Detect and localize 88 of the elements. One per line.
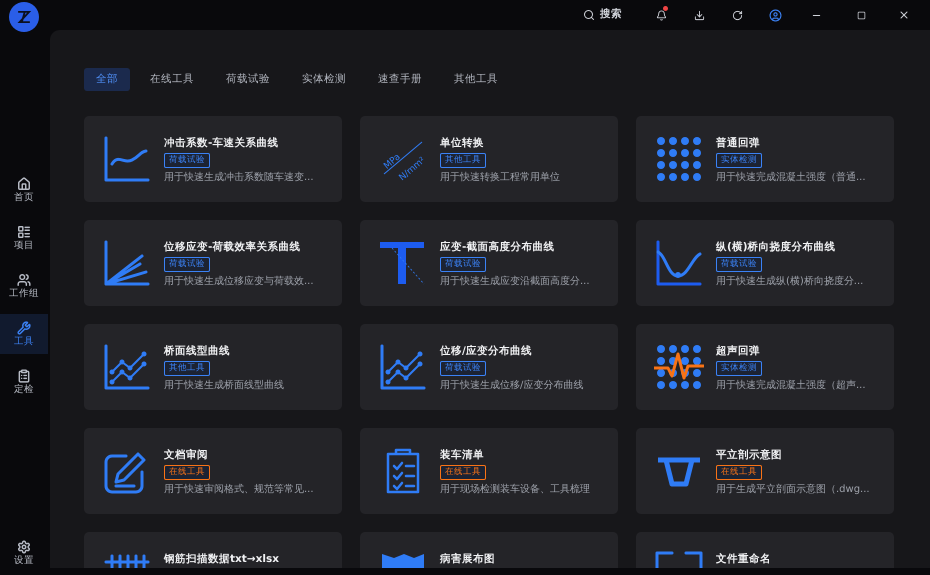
settings-icon (17, 540, 31, 554)
card-title: 超声回弹 (716, 344, 761, 358)
card-title: 文件重命名 (716, 552, 771, 566)
card-title: 应变-截面高度分布曲线 (440, 240, 556, 254)
sidebar-item[interactable]: 首页 (0, 170, 48, 210)
tool-card[interactable]: 桥面线型曲线 其他工具 用于快速生成桥面线型曲线 (84, 324, 342, 410)
settings-button[interactable]: 设置 (14, 540, 34, 565)
card-description: 用于快速审阅格式、规范等常见... (164, 483, 314, 497)
maximize-icon (857, 10, 866, 20)
category-tag: 其他工具 (440, 153, 486, 168)
category-tag: 荷载试验 (164, 153, 210, 168)
tool-card[interactable]: 应变-截面高度分布曲线 荷载试验 用于快速生成应变沿截面高度分... (360, 220, 618, 306)
sidebar-item[interactable]: 定检 (0, 362, 48, 402)
tool-card[interactable]: 病害展布图 (360, 532, 618, 568)
card-description: 用于生成平立剖面示意图（.dwg... (716, 483, 870, 497)
card-description: 用于快速转换工程常用单位 (440, 171, 560, 185)
card-description: 用于快速生成纵(横)桥向挠度分... (716, 275, 864, 289)
tool-card[interactable]: 钢筋扫描数据txt→xlsx (84, 532, 342, 568)
tool-card[interactable]: 平立剖示意图 在线工具 用于生成平立剖面示意图（.dwg... (636, 428, 894, 514)
sidebar-item[interactable]: 工具 (0, 314, 48, 354)
category-tag: 实体检测 (716, 361, 762, 376)
category-tag: 在线工具 (716, 465, 762, 480)
sidebar-item[interactable]: 项目 (0, 218, 48, 258)
dots-with-pulse-icon (654, 342, 704, 392)
tool-card[interactable]: 超声回弹 实体检测 用于快速完成混凝土强度（超声... (636, 324, 894, 410)
category-tag: 荷载试验 (716, 257, 762, 272)
line-chart-icon (102, 134, 152, 184)
filter-tab[interactable]: 荷载试验 (214, 68, 282, 91)
category-tag: 实体检测 (716, 153, 762, 168)
search-icon (583, 9, 595, 21)
search-label: 搜索 (600, 7, 622, 22)
dot-grid-icon (654, 134, 704, 184)
card-description: 用于快速生成冲击系数随车速变... (164, 171, 314, 185)
filter-tab[interactable]: 其他工具 (442, 68, 510, 91)
card-title: 纵(横)桥向挠度分布曲线 (716, 240, 837, 254)
card-title: 位移应变-荷载效率关系曲线 (164, 240, 302, 254)
category-tag: 其他工具 (164, 361, 210, 376)
nav-icon (17, 273, 31, 288)
tool-card[interactable]: 文件重命名 (636, 532, 894, 568)
tool-card[interactable]: 冲击系数-车速关系曲线 荷载试验 用于快速生成冲击系数随车速变... (84, 116, 342, 202)
tool-card[interactable]: 普通回弹 实体检测 用于快速完成混凝土强度（普通... (636, 116, 894, 202)
card-title: 平立剖示意图 (716, 448, 783, 462)
card-description: 用于快速生成应变沿截面高度分... (440, 275, 590, 289)
filter-tab[interactable]: 在线工具 (138, 68, 206, 91)
nav-icon (17, 225, 31, 240)
category-tag: 在线工具 (440, 465, 486, 480)
deflection-curve-icon (654, 238, 704, 288)
card-title: 桥面线型曲线 (164, 344, 231, 358)
nav-icon (17, 321, 31, 336)
tool-card[interactable]: 位移应变-荷载效率关系曲线 荷载试验 用于快速生成位移应变与荷载效... (84, 220, 342, 306)
card-description: 用于现场检测装车设备、工具梳理 (440, 483, 590, 497)
multi-line-chart-icon (378, 342, 428, 392)
logo-icon (9, 2, 39, 32)
tool-card[interactable]: 位移/应变分布曲线 荷载试验 用于快速生成位移/应变分布曲线 (360, 324, 618, 410)
refresh-icon (732, 10, 742, 20)
close-icon (898, 9, 910, 21)
card-title: 病害展布图 (440, 552, 495, 566)
category-tag: 在线工具 (164, 465, 210, 480)
card-title: 位移/应变分布曲线 (440, 344, 533, 358)
card-title: 文档审阅 (164, 448, 209, 462)
nav-icon (17, 369, 31, 384)
card-description: 用于快速生成位移应变与荷载效... (164, 275, 314, 289)
tool-card[interactable]: 纵(横)桥向挠度分布曲线 荷载试验 用于快速生成纵(横)桥向挠度分... (636, 220, 894, 306)
filter-tab[interactable]: 全部 (84, 68, 130, 91)
card-description: 用于快速完成混凝土强度（普通... (716, 171, 866, 185)
category-tag: 荷载试验 (440, 257, 486, 272)
search-button[interactable]: 搜索 (583, 7, 622, 23)
category-tag: 荷载试验 (164, 257, 210, 272)
filter-tab[interactable]: 速查手册 (366, 68, 434, 91)
tool-card[interactable]: 文档审阅 在线工具 用于快速审阅格式、规范等常见... (84, 428, 342, 514)
fan-lines-icon (102, 238, 152, 288)
card-title: 冲击系数-车速关系曲线 (164, 136, 280, 150)
sidebar-item[interactable]: 工作组 (0, 266, 48, 306)
card-title: 装车清单 (440, 448, 485, 462)
bell-icon (656, 10, 666, 20)
category-tag: 荷载试验 (440, 361, 486, 376)
user-icon (768, 8, 782, 22)
card-title: 普通回弹 (716, 136, 761, 150)
tool-card[interactable]: 装车清单 在线工具 用于现场检测装车设备、工具梳理 (360, 428, 618, 514)
multi-line-chart-icon (102, 342, 152, 392)
filter-tab[interactable]: 实体检测 (290, 68, 358, 91)
nav-icon (17, 177, 31, 192)
card-description: 用于快速生成位移/应变分布曲线 (440, 379, 584, 393)
download-icon (694, 10, 704, 20)
card-title: 钢筋扫描数据txt→xlsx (164, 552, 280, 566)
card-description: 用于快速完成混凝土强度（超声... (716, 379, 866, 393)
card-description: 用于快速生成桥面线型曲线 (164, 379, 284, 393)
card-title: 单位转换 (440, 136, 485, 150)
